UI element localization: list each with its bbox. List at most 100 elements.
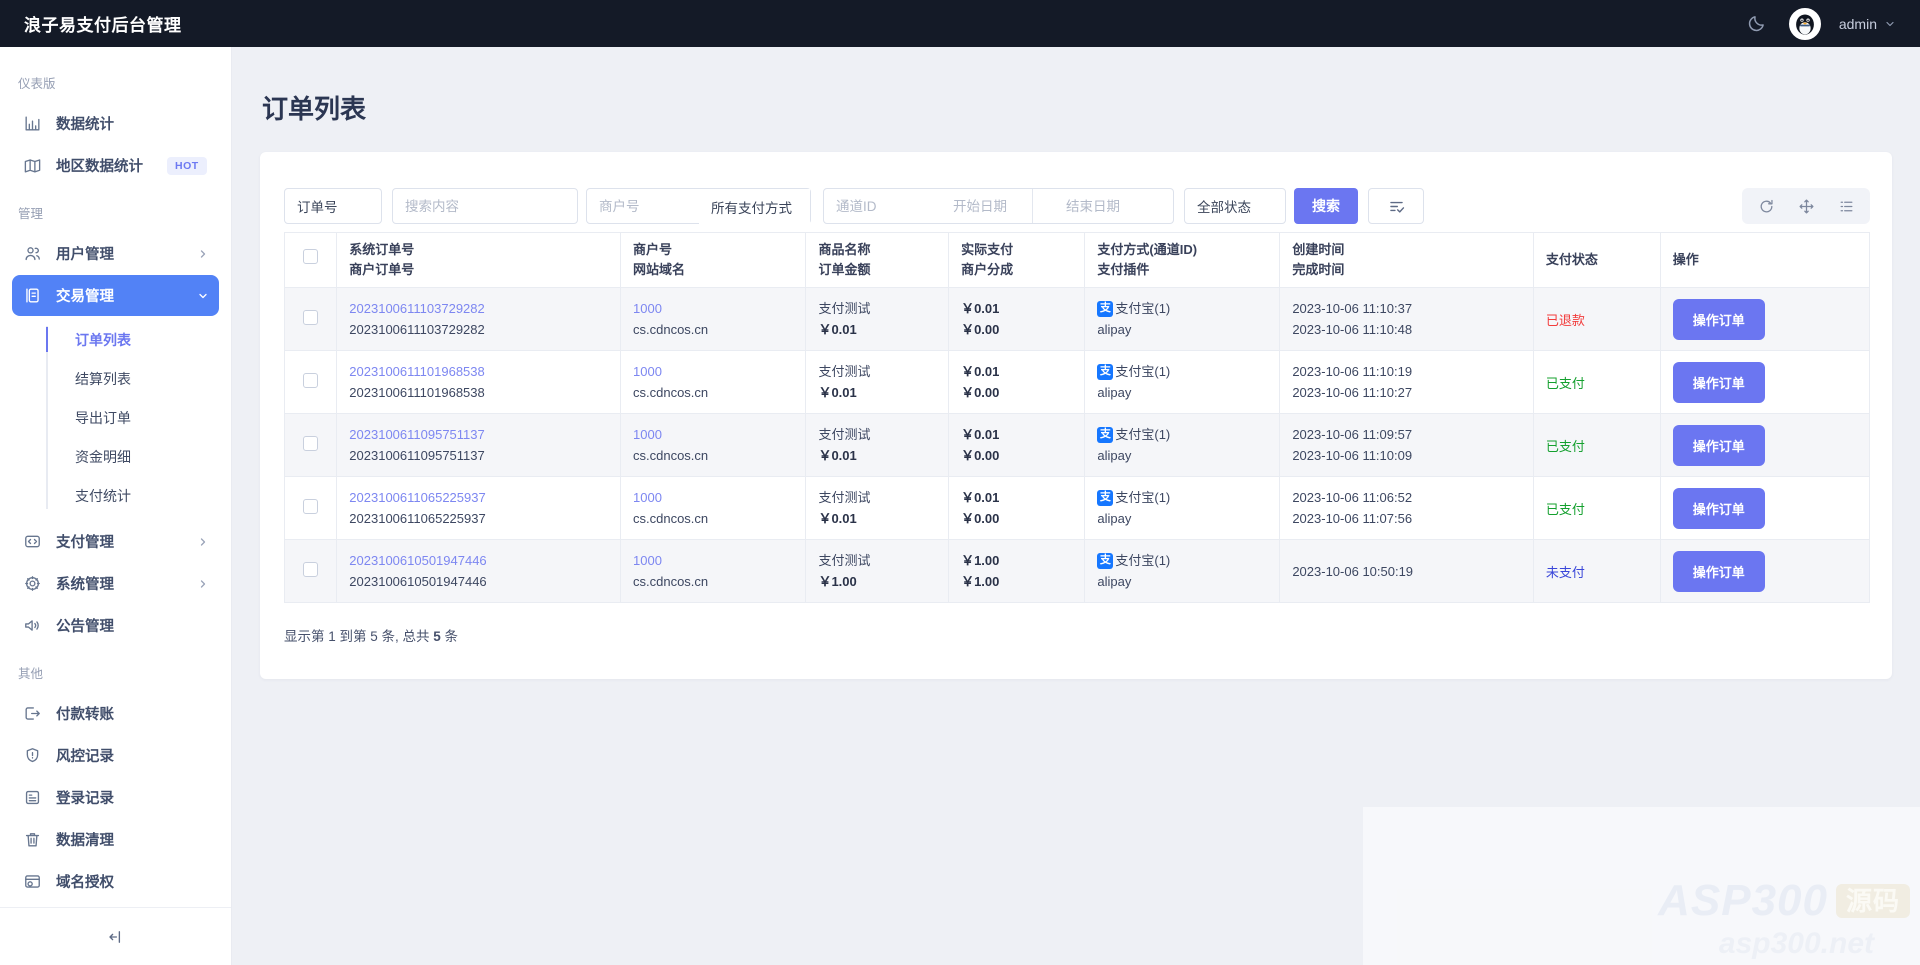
sidebar-item-payment-statistics[interactable]: 支付统计 [46, 476, 231, 515]
start-date-input[interactable] [941, 189, 1032, 223]
pay-method-select[interactable]: 所有支付方式 [699, 189, 810, 225]
orders-table: 系统订单号 商户订单号 商户号 网站域名 商品名称 订单金额 实际支付 商户分成 支付方… [283, 232, 1871, 603]
speaker-icon [22, 616, 42, 636]
sidebar-item-payment-management[interactable]: 支付管理 [12, 521, 219, 562]
section-label-other: 其他 [18, 667, 44, 681]
operate-order-button[interactable]: 操作订单 [1672, 550, 1765, 592]
sidebar-collapse-button[interactable] [0, 907, 231, 965]
cell-product: 支付测试 ￥0.01 [805, 287, 950, 351]
sys-order-link[interactable]: 2023100611103729282 [349, 301, 484, 316]
row-checkbox[interactable] [303, 373, 319, 388]
move-fullscreen-icon[interactable] [1786, 191, 1826, 221]
merchant-id-link[interactable]: 1000 [633, 364, 662, 379]
row-checkbox[interactable] [303, 499, 319, 514]
cell-method: 支支付宝(1) alipay [1084, 539, 1281, 603]
search-button[interactable]: 搜索 [1294, 188, 1358, 224]
cell-method: 支支付宝(1) alipay [1084, 413, 1281, 477]
sys-order-link[interactable]: 2023100611101968538 [349, 364, 484, 379]
cell-merchant: 1000 cs.cdncos.cn [619, 287, 807, 351]
search-input[interactable] [393, 198, 577, 214]
cell-product: 支付测试 ￥0.01 [805, 350, 950, 414]
cell-paid: ￥1.00 ￥1.00 [948, 539, 1086, 603]
row-checkbox[interactable] [303, 562, 319, 577]
browser-window-icon [22, 872, 42, 892]
sidebar-item-login-records[interactable]: 登录记录 [12, 777, 219, 818]
filter-check-icon[interactable] [1368, 188, 1424, 224]
status-badge: 已支付 [1532, 413, 1661, 477]
gear-icon [22, 574, 42, 594]
sidebar-item-settlement-list[interactable]: 结算列表 [46, 359, 231, 398]
avatar[interactable] [1788, 7, 1821, 40]
dark-mode-moon-icon[interactable] [1741, 9, 1771, 39]
cell-time: 2023-10-06 11:10:37 2023-10-06 11:10:48 [1279, 287, 1534, 351]
col-product: 商品名称 订单金额 [805, 232, 950, 288]
row-checkbox[interactable] [303, 436, 319, 451]
sidebar-item-risk-records[interactable]: 风控记录 [12, 735, 219, 776]
user-menu[interactable]: admin [1839, 16, 1896, 32]
merchant-id-link[interactable]: 1000 [633, 301, 662, 316]
table-header-row: 系统订单号 商户订单号 商户号 网站域名 商品名称 订单金额 实际支付 商户分成 支付方… [283, 232, 1871, 288]
col-paid: 实际支付 商户分成 [948, 232, 1086, 288]
alipay-icon: 支 [1097, 552, 1114, 569]
alipay-icon: 支 [1097, 363, 1114, 380]
watermark-url: asp300.net [1718, 927, 1874, 960]
merchant-id-link[interactable]: 1000 [633, 490, 662, 505]
operate-order-button[interactable]: 操作订单 [1672, 298, 1765, 340]
col-merchant: 商户号 网站域名 [619, 232, 807, 288]
status-select[interactable]: 全部状态 [1184, 188, 1286, 224]
cell-merchant: 1000 cs.cdncos.cn [619, 476, 807, 540]
shield-alert-icon [22, 746, 42, 766]
sidebar-item-announcement-management[interactable]: 公告管理 [12, 605, 219, 646]
channel-id-input[interactable] [824, 189, 941, 223]
cell-orders: 2023100611095751137 2023100611095751137 [336, 413, 621, 477]
merchant-id-link[interactable]: 1000 [633, 427, 662, 442]
section-label-management: 管理 [18, 207, 44, 221]
sidebar-item-order-list[interactable]: 订单列表 [46, 320, 231, 359]
operate-order-button[interactable]: 操作订单 [1672, 487, 1765, 529]
col-status: 支付状态 [1532, 232, 1661, 288]
order-no-type-select[interactable]: 订单号 [284, 188, 382, 224]
sidebar: 仪表版 数据统计 地区数据统计 HOT 管理 用户管理 交易管理 订单列表 结算… [0, 47, 232, 965]
chevron-right-icon [197, 248, 209, 260]
operate-order-button[interactable]: 操作订单 [1672, 361, 1765, 403]
sidebar-item-fund-details[interactable]: 资金明细 [46, 437, 231, 476]
collapse-left-icon [108, 930, 120, 943]
page-title: 订单列表 [262, 94, 367, 124]
alipay-icon: 支 [1097, 426, 1114, 443]
refresh-icon[interactable] [1746, 191, 1786, 221]
sidebar-item-transaction-management[interactable]: 交易管理 [12, 275, 219, 316]
cell-merchant: 1000 cs.cdncos.cn [619, 413, 807, 477]
sidebar-item-region-statistics[interactable]: 地区数据统计 HOT [12, 145, 219, 186]
cell-paid: ￥0.01 ￥0.00 [948, 287, 1086, 351]
status-badge: 未支付 [1532, 539, 1661, 603]
columns-list-icon[interactable] [1826, 191, 1866, 221]
search-input-wrap [392, 188, 578, 224]
username: admin [1838, 15, 1877, 32]
sys-order-link[interactable]: 2023100610501947446 [349, 553, 486, 568]
cell-merchant: 1000 cs.cdncos.cn [619, 350, 807, 414]
end-date-input[interactable] [1054, 189, 1173, 223]
cell-product: 支付测试 ￥1.00 [805, 539, 950, 603]
transaction-submenu: 订单列表 结算列表 导出订单 资金明细 支付统计 [46, 320, 231, 515]
cell-method: 支支付宝(1) alipay [1084, 476, 1281, 540]
sys-order-link[interactable]: 2023100611065225937 [349, 490, 485, 505]
row-checkbox[interactable] [303, 310, 319, 325]
sys-order-link[interactable]: 2023100611095751137 [349, 427, 484, 442]
sidebar-item-domain-authorization[interactable]: 域名授权 [12, 861, 219, 902]
watermark-badge: 源码 [1835, 884, 1910, 918]
table-tools [1742, 188, 1870, 224]
merchant-id-link[interactable]: 1000 [633, 553, 662, 568]
merchant-id-input[interactable] [587, 189, 699, 223]
sidebar-item-system-management[interactable]: 系统管理 [12, 563, 219, 604]
sidebar-item-export-orders[interactable]: 导出订单 [46, 398, 231, 437]
transfer-icon [22, 532, 42, 552]
sidebar-item-data-statistics[interactable]: 数据统计 [12, 103, 219, 144]
sidebar-item-data-cleanup[interactable]: 数据清理 [12, 819, 219, 860]
select-all-checkbox[interactable] [303, 249, 319, 265]
sidebar-item-payment-transfer[interactable]: 付款转账 [12, 693, 219, 734]
operate-order-button[interactable]: 操作订单 [1672, 424, 1765, 466]
status-badge: 已支付 [1532, 350, 1661, 414]
filter-bar: 订单号 所有支付方式 全部状态 [284, 188, 1870, 225]
table-row: 2023100611065225937 2023100611065225937 1… [283, 476, 1871, 540]
sidebar-item-user-management[interactable]: 用户管理 [12, 233, 219, 274]
